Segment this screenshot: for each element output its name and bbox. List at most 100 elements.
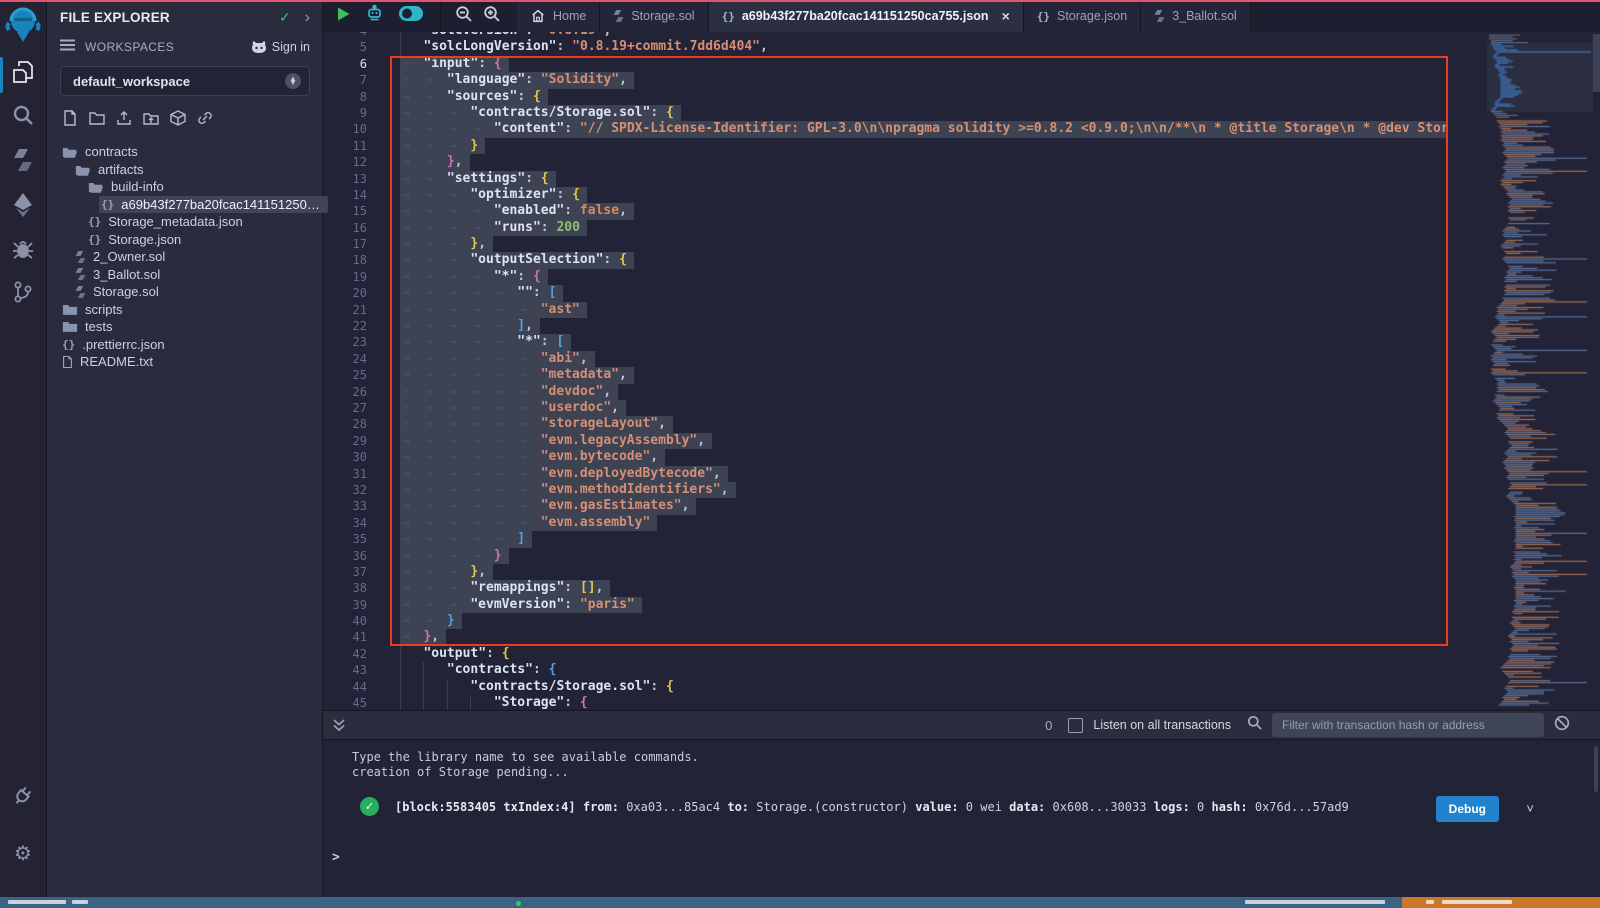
tree-item-3-ballot-sol[interactable]: 3_Ballot.sol [46, 266, 322, 284]
code-line-45[interactable]: 45"Storage": { [322, 695, 1448, 710]
upload-file-icon[interactable] [116, 110, 132, 131]
code-line-10[interactable]: 10→→→→"content": "// SPDX-License-Identi… [322, 121, 1448, 137]
workspace-dropdown[interactable]: default_workspace ▲▼ [60, 66, 310, 96]
code-line-8[interactable]: 8→→"sources": { [322, 89, 1448, 105]
tree-item-a69b43f277ba20fcac141151250ca7-[interactable]: {}a69b43f277ba20fcac141151250ca7... [46, 196, 322, 214]
transaction-row[interactable]: ✓ [block:5583405 txIndex:4] from: 0xa03.… [360, 797, 1410, 816]
code-line-4[interactable]: 4"solcVersion": "0.8.19", [322, 32, 1448, 39]
code-line-9[interactable]: 9→→→"contracts/Storage.sol": { [322, 105, 1448, 121]
tree-item-storage-json[interactable]: {}Storage.json [46, 231, 322, 249]
tree-item--prettierrc-json[interactable]: {}.prettierrc.json [46, 336, 322, 354]
transaction-filter-input[interactable] [1272, 713, 1544, 737]
code-line-12[interactable]: 12→→}, [322, 154, 1448, 170]
tree-item-tests[interactable]: tests [46, 318, 322, 336]
debugger-icon[interactable] [0, 238, 46, 260]
tab-storage-json[interactable]: {}Storage.json [1024, 0, 1141, 32]
debug-button[interactable]: Debug [1436, 796, 1499, 822]
tree-item-storage-metadata-json[interactable]: {}Storage_metadata.json [46, 213, 322, 231]
editor-minimap[interactable] [1487, 33, 1593, 709]
tx-expand-caret-icon[interactable]: ˅ [1526, 801, 1534, 816]
tab-3-ballot-sol[interactable]: 3_Ballot.sol [1141, 0, 1251, 32]
terminal-scrollbar[interactable] [1594, 746, 1598, 792]
code-line-6[interactable]: 6→"input": { [322, 56, 1448, 72]
tab-a69b43f277ba20fcac141151250ca755-json[interactable]: {}a69b43f277ba20fcac141151250ca755.json× [709, 0, 1024, 32]
tree-item-build-info[interactable]: build-info [46, 178, 322, 196]
code-line-19[interactable]: 19→→→→"*": { [322, 269, 1448, 285]
code-line-24[interactable]: 24→→→→→→"abi", [322, 351, 1448, 367]
code-line-7[interactable]: 7→→"language": "Solidity", [322, 72, 1448, 88]
code-line-22[interactable]: 22→→→→→], [322, 318, 1448, 334]
new-file-icon[interactable] [62, 110, 78, 131]
new-folder-icon[interactable] [89, 110, 105, 131]
editor-scrollbar[interactable] [1593, 32, 1600, 710]
code-line-43[interactable]: 43"contracts": { [322, 662, 1448, 678]
code-line-25[interactable]: 25→→→→→→"metadata", [322, 367, 1448, 383]
zoom-out-icon[interactable] [455, 5, 473, 28]
tab-storage-sol[interactable]: Storage.sol [600, 0, 708, 32]
code-line-31[interactable]: 31→→→→→→"evm.deployedBytecode", [322, 466, 1448, 482]
code-line-39[interactable]: 39→→→"evmVersion": "paris" [322, 597, 1448, 613]
terminal[interactable]: Type the library name to see available c… [322, 740, 1600, 897]
code-line-11[interactable]: 11→→→} [322, 138, 1448, 154]
code-line-17[interactable]: 17→→→}, [322, 236, 1448, 252]
tree-item-readme-txt[interactable]: README.txt [46, 353, 322, 371]
code-line-28[interactable]: 28→→→→→→"storageLayout", [322, 416, 1448, 432]
code-line-30[interactable]: 30→→→→→→"evm.bytecode", [322, 449, 1448, 465]
code-line-32[interactable]: 32→→→→→→"evm.methodIdentifiers", [322, 482, 1448, 498]
code-line-27[interactable]: 27→→→→→→"userdoc", [322, 400, 1448, 416]
code-line-36[interactable]: 36→→→→} [322, 548, 1448, 564]
code-line-44[interactable]: 44"contracts/Storage.sol": { [322, 679, 1448, 695]
code-line-33[interactable]: 33→→→→→→"evm.gasEstimates", [322, 498, 1448, 514]
solidity-compiler-icon[interactable] [0, 148, 46, 172]
close-tab-icon[interactable]: × [1002, 9, 1010, 23]
plugin-manager-icon[interactable] [0, 786, 46, 808]
status-alert-badge[interactable] [1402, 897, 1600, 908]
code-line-38[interactable]: 38→→→"remappings": [], [322, 580, 1448, 596]
zoom-in-icon[interactable] [483, 5, 501, 28]
terminal-expand-button[interactable] [322, 718, 346, 732]
deploy-run-icon[interactable] [0, 192, 46, 218]
code-line-41[interactable]: 41→}, [322, 629, 1448, 645]
upload-folder-icon[interactable] [143, 110, 159, 131]
code-line-42[interactable]: 42"output": { [322, 646, 1448, 662]
code-line-5[interactable]: 5"solcLongVersion": "0.8.19+commit.7dd6d… [322, 39, 1448, 55]
git-icon[interactable] [0, 280, 46, 304]
run-script-button[interactable] [336, 6, 351, 27]
tree-item-scripts[interactable]: scripts [46, 301, 322, 319]
tree-item-storage-sol[interactable]: Storage.sol [46, 283, 322, 301]
code-line-35[interactable]: 35→→→→→] [322, 531, 1448, 547]
code-line-29[interactable]: 29→→→→→→"evm.legacyAssembly", [322, 433, 1448, 449]
code-line-21[interactable]: 21→→→→→→"ast" [322, 302, 1448, 318]
terminal-prompt[interactable]: > [332, 850, 340, 865]
code-line-23[interactable]: 23→→→→→"*": [ [322, 334, 1448, 350]
code-line-34[interactable]: 34→→→→→→"evm.assembly" [322, 515, 1448, 531]
code-line-20[interactable]: 20→→→→→"": [ [322, 285, 1448, 301]
listen-checkbox[interactable] [1068, 718, 1083, 733]
tree-item-2-owner-sol[interactable]: 2_Owner.sol [46, 248, 322, 266]
code-line-16[interactable]: 16→→→→"runs": 200 [322, 220, 1448, 236]
code-line-37[interactable]: 37→→→}, [322, 564, 1448, 580]
hamburger-menu-icon[interactable] [60, 38, 75, 56]
chevron-right-icon[interactable]: › [305, 10, 310, 26]
ai-assistant-icon[interactable] [365, 4, 384, 28]
remix-logo-icon[interactable] [0, 6, 46, 44]
search-icon[interactable] [0, 104, 46, 126]
code-line-26[interactable]: 26→→→→→→"devdoc", [322, 384, 1448, 400]
code-line-14[interactable]: 14→→→"optimizer": { [322, 187, 1448, 203]
code-line-18[interactable]: 18→→→"outputSelection": { [322, 252, 1448, 268]
clear-console-icon[interactable] [1554, 715, 1570, 736]
tree-item-contracts[interactable]: contracts [46, 143, 322, 161]
code-line-40[interactable]: 40→→} [322, 613, 1448, 629]
terminal-search-icon[interactable] [1247, 715, 1262, 735]
github-signin-button[interactable]: Sign in [251, 40, 310, 54]
code-line-15[interactable]: 15→→→→"enabled": false, [322, 203, 1448, 219]
settings-gear-icon[interactable]: ⚙ [0, 844, 46, 864]
link-icon[interactable] [197, 110, 213, 131]
file-explorer-icon[interactable] [0, 60, 46, 84]
tree-item-artifacts[interactable]: artifacts [46, 161, 322, 179]
tab-home[interactable]: Home [517, 0, 600, 32]
publish-box-icon[interactable] [170, 110, 186, 131]
code-line-13[interactable]: 13→→"settings": { [322, 171, 1448, 187]
assistant-toggle[interactable] [398, 5, 424, 27]
code-editor[interactable]: 4"solcVersion": "0.8.19",5"solcLongVersi… [322, 32, 1600, 710]
